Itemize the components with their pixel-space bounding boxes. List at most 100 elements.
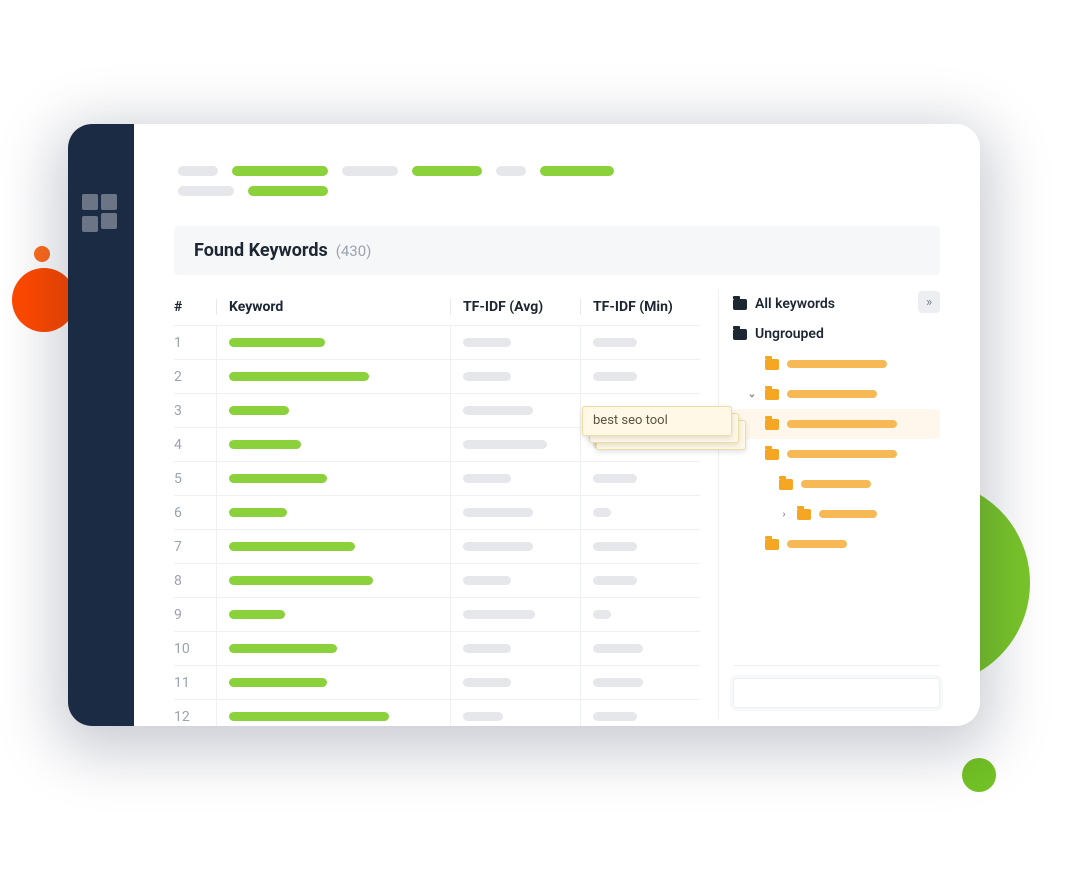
group-item[interactable] <box>733 439 940 469</box>
row-number: 4 <box>174 437 216 453</box>
keyword-bar <box>229 644 337 653</box>
col-num-header[interactable]: # <box>174 299 216 315</box>
col-min-header[interactable]: TF-IDF (Min) <box>580 299 700 315</box>
main-content: Found Keywords (430) # Keyword TF-IDF (A… <box>134 124 980 726</box>
col-keyword-header[interactable]: Keyword <box>216 299 450 315</box>
group-item[interactable] <box>733 529 940 559</box>
group-item[interactable]: › <box>733 499 940 529</box>
row-number: 1 <box>174 335 216 351</box>
table-row[interactable]: 9 <box>174 597 700 631</box>
col-avg-header[interactable]: TF-IDF (Avg) <box>450 299 580 315</box>
group-item[interactable] <box>733 469 940 499</box>
table-row[interactable]: 1 <box>174 325 700 359</box>
keyword-bar <box>229 440 301 449</box>
breadcrumb-pill[interactable] <box>412 166 482 176</box>
groups-footer <box>733 665 940 719</box>
breadcrumb-pill[interactable] <box>178 166 218 176</box>
table-row[interactable]: 6 <box>174 495 700 529</box>
section-title: Found Keywords <box>194 240 328 261</box>
table-row[interactable]: 8 <box>174 563 700 597</box>
breadcrumb-pill[interactable] <box>178 186 234 196</box>
keywords-table: # Keyword TF-IDF (Avg) TF-IDF (Min) 1 2 3 4… <box>174 289 700 719</box>
tfidf-avg-bar <box>463 678 511 687</box>
tfidf-avg-bar <box>463 474 511 483</box>
folder-icon <box>765 359 779 370</box>
tfidf-avg-bar <box>463 372 511 381</box>
tfidf-avg-bar <box>463 712 503 721</box>
collapse-panel-button[interactable]: » <box>918 291 940 313</box>
group-name-placeholder <box>787 420 897 428</box>
table-row[interactable]: 12 <box>174 699 700 726</box>
breadcrumb-pill[interactable] <box>232 166 328 176</box>
group-item[interactable]: ⌄ <box>733 379 940 409</box>
group-name-placeholder <box>787 390 877 398</box>
tfidf-avg-bar <box>463 576 511 585</box>
decor-circle-green-small <box>962 758 996 792</box>
group-name-placeholder <box>787 540 847 548</box>
keyword-bar <box>229 576 373 585</box>
row-number: 8 <box>174 573 216 589</box>
folder-icon <box>797 509 811 520</box>
groups-panel: » All keywords Ungrouped ⌄ › <box>718 289 940 719</box>
keyword-bar <box>229 508 287 517</box>
tfidf-min-bar <box>593 678 643 687</box>
keyword-bar <box>229 474 327 483</box>
breadcrumb-row-2 <box>134 186 980 196</box>
tfidf-min-bar <box>593 610 611 619</box>
tfidf-avg-bar <box>463 440 547 449</box>
row-number: 10 <box>174 641 216 657</box>
keyword-bar <box>229 610 285 619</box>
tooltip-text: best seo tool <box>593 413 668 428</box>
tfidf-avg-bar <box>463 610 535 619</box>
group-ungrouped[interactable]: Ungrouped <box>733 319 940 349</box>
group-name-placeholder <box>787 450 897 458</box>
table-row[interactable]: 2 <box>174 359 700 393</box>
breadcrumb-pill[interactable] <box>342 166 398 176</box>
group-label: Ungrouped <box>755 326 824 342</box>
breadcrumb-pill[interactable] <box>496 166 526 176</box>
tfidf-min-bar <box>593 474 637 483</box>
row-number: 3 <box>174 403 216 419</box>
table-row[interactable]: 11 <box>174 665 700 699</box>
tooltip-card-top[interactable]: best seo tool <box>582 406 732 436</box>
row-number: 7 <box>174 539 216 555</box>
add-group-input[interactable] <box>733 678 940 708</box>
group-label: All keywords <box>755 296 835 312</box>
folder-icon <box>779 479 793 490</box>
tfidf-min-bar <box>593 508 611 517</box>
table-row[interactable]: 5 <box>174 461 700 495</box>
breadcrumb-pill[interactable] <box>540 166 614 176</box>
chevron-icon[interactable]: › <box>779 509 789 520</box>
tfidf-min-bar <box>593 644 643 653</box>
keyword-bar <box>229 678 327 687</box>
folder-icon <box>765 449 779 460</box>
keyword-bar <box>229 338 325 347</box>
tfidf-avg-bar <box>463 338 511 347</box>
group-item[interactable] <box>733 349 940 379</box>
folder-icon <box>733 329 747 340</box>
tfidf-avg-bar <box>463 406 533 415</box>
chevron-icon[interactable]: ⌄ <box>747 389 757 400</box>
table-row[interactable]: 7 <box>174 529 700 563</box>
row-number: 11 <box>174 675 216 691</box>
tfidf-avg-bar <box>463 644 511 653</box>
folder-icon <box>733 299 747 310</box>
folder-icon <box>765 389 779 400</box>
section-count: (430) <box>336 242 372 260</box>
tfidf-min-bar <box>593 542 637 551</box>
breadcrumb-row-1 <box>134 166 980 176</box>
tfidf-min-bar <box>593 338 637 347</box>
row-number: 5 <box>174 471 216 487</box>
folder-icon <box>765 419 779 430</box>
sidebar <box>68 124 134 726</box>
group-all-keywords[interactable]: All keywords <box>733 289 940 319</box>
row-number: 6 <box>174 505 216 521</box>
group-name-placeholder <box>819 510 877 518</box>
app-window: Found Keywords (430) # Keyword TF-IDF (A… <box>68 124 980 726</box>
breadcrumb-pill[interactable] <box>248 186 328 196</box>
app-logo-icon <box>82 194 117 229</box>
group-name-placeholder <box>787 360 887 368</box>
group-item[interactable] <box>733 409 940 439</box>
table-row[interactable]: 10 <box>174 631 700 665</box>
row-number: 12 <box>174 709 216 725</box>
